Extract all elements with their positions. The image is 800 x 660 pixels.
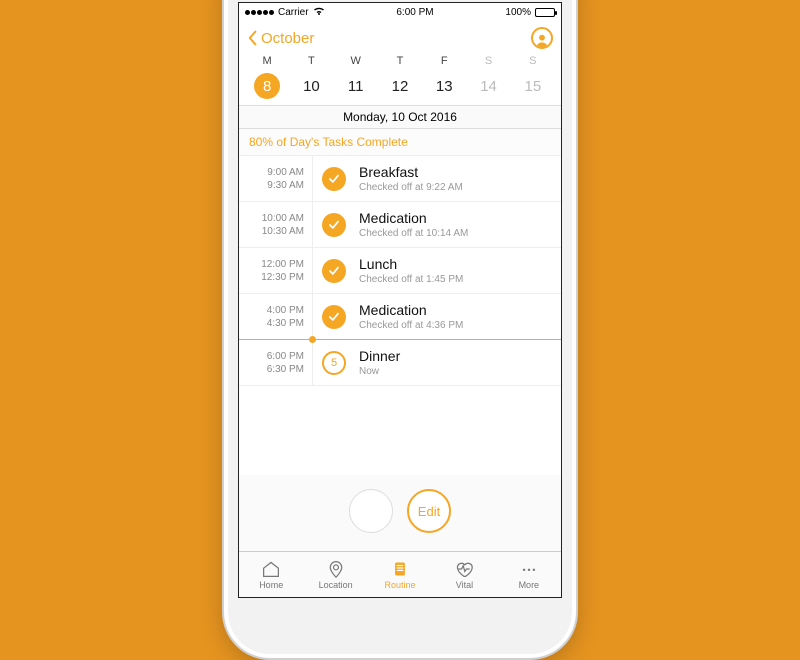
task-subtitle: Checked off at 10:14 AM <box>359 228 557 239</box>
day-number[interactable]: 10 <box>298 73 324 99</box>
task-info: Medication Checked off at 4:36 PM <box>355 294 561 339</box>
day-number[interactable]: 11 <box>343 73 369 99</box>
task-info: Dinner Now <box>355 340 561 385</box>
day-number[interactable]: 12 <box>387 73 413 99</box>
tab-label: Home <box>259 580 283 590</box>
task-subtitle: Checked off at 9:22 AM <box>359 182 557 193</box>
chevron-left-icon <box>247 30 259 46</box>
task-row[interactable]: 12:00 PM12:30 PM Lunch Checked off at 1:45… <box>239 248 561 294</box>
task-info: Breakfast Checked off at 9:22 AM <box>355 156 561 201</box>
edit-button[interactable]: Edit <box>407 489 451 533</box>
task-subtitle: Checked off at 1:45 PM <box>359 274 557 285</box>
secondary-action-button[interactable] <box>349 489 393 533</box>
day-header: S <box>485 55 492 67</box>
back-label: October <box>261 30 314 47</box>
task-name: Medication <box>359 210 557 226</box>
day-column[interactable]: S 15 <box>511 55 555 99</box>
location-icon <box>326 560 346 578</box>
app-screen: Carrier 6:00 PM 100% October M8T10W11T12… <box>238 2 562 598</box>
day-column[interactable]: W 11 <box>334 55 378 99</box>
day-header: S <box>529 55 536 67</box>
task-row[interactable]: 10:00 AM10:30 AM Medication Checked off at… <box>239 202 561 248</box>
task-name: Lunch <box>359 256 557 272</box>
task-subtitle: Checked off at 4:36 PM <box>359 320 557 331</box>
wifi-icon <box>313 6 325 19</box>
task-times: 9:00 AM9:30 AM <box>239 156 313 201</box>
task-info: Lunch Checked off at 1:45 PM <box>355 248 561 293</box>
progress-label: 80% of Day's Tasks Complete <box>239 129 561 156</box>
day-header: W <box>351 55 361 67</box>
carrier-label: Carrier <box>278 7 309 18</box>
tab-bar: Home Location Routine Vital More <box>239 551 561 597</box>
day-number[interactable]: 15 <box>520 73 546 99</box>
task-row[interactable]: 9:00 AM9:30 AM Breakfast Checked off at 9:… <box>239 156 561 202</box>
task-times: 6:00 PM6:30 PM <box>239 340 313 385</box>
task-name: Dinner <box>359 348 557 364</box>
day-column[interactable]: S 14 <box>466 55 510 99</box>
day-header: M <box>263 55 272 67</box>
tab-label: Routine <box>385 580 416 590</box>
battery-percent: 100% <box>505 7 531 18</box>
signal-dots-icon <box>245 10 274 15</box>
task-row[interactable]: 6:00 PM6:30 PM5Dinner Now <box>239 340 561 386</box>
person-icon <box>535 33 549 47</box>
date-label: Monday, 10 Oct 2016 <box>239 105 561 129</box>
day-column[interactable]: M8 <box>245 55 289 99</box>
task-info: Medication Checked off at 10:14 AM <box>355 202 561 247</box>
tab-more[interactable]: More <box>497 552 561 597</box>
battery-icon <box>535 8 555 17</box>
checkmark-icon <box>313 202 355 247</box>
routine-icon <box>390 560 410 578</box>
day-header: T <box>308 55 315 67</box>
checkmark-icon <box>313 156 355 201</box>
day-number[interactable]: 14 <box>476 73 502 99</box>
week-strip: M8T10W11T12F13S14S15 <box>239 55 561 105</box>
more-icon <box>519 560 539 578</box>
task-times: 10:00 AM10:30 AM <box>239 202 313 247</box>
day-column[interactable]: T 12 <box>378 55 422 99</box>
status-bar: Carrier 6:00 PM 100% <box>239 3 561 21</box>
checkmark-icon <box>313 248 355 293</box>
day-header: T <box>397 55 404 67</box>
task-subtitle: Now <box>359 366 557 377</box>
day-column[interactable]: T 10 <box>289 55 333 99</box>
task-name: Medication <box>359 302 557 318</box>
pending-badge-icon: 5 <box>313 340 355 385</box>
tab-label: Location <box>319 580 353 590</box>
back-button[interactable]: October <box>247 30 314 47</box>
action-row: Edit <box>239 475 561 551</box>
checkmark-icon <box>313 294 355 339</box>
task-list[interactable]: 9:00 AM9:30 AM Breakfast Checked off at 9:… <box>239 156 561 475</box>
task-row[interactable]: 4:00 PM4:30 PM Medication Checked off at 4… <box>239 294 561 340</box>
phone-frame: Carrier 6:00 PM 100% October M8T10W11T12… <box>222 0 578 660</box>
vital-icon <box>454 560 474 578</box>
edit-label: Edit <box>418 504 440 519</box>
profile-button[interactable] <box>531 27 553 49</box>
tab-vital[interactable]: Vital <box>432 552 496 597</box>
tab-label: Vital <box>456 580 473 590</box>
tab-home[interactable]: Home <box>239 552 303 597</box>
day-number[interactable]: 13 <box>431 73 457 99</box>
task-name: Breakfast <box>359 164 557 180</box>
day-column[interactable]: F 13 <box>422 55 466 99</box>
nav-header: October <box>239 21 561 55</box>
tab-location[interactable]: Location <box>303 552 367 597</box>
status-time: 6:00 PM <box>396 7 433 18</box>
task-times: 12:00 PM12:30 PM <box>239 248 313 293</box>
tab-routine[interactable]: Routine <box>368 552 432 597</box>
home-icon <box>261 560 281 578</box>
task-times: 4:00 PM4:30 PM <box>239 294 313 339</box>
tab-label: More <box>519 580 540 590</box>
day-number[interactable]: 8 <box>254 73 280 99</box>
day-header: F <box>441 55 448 67</box>
